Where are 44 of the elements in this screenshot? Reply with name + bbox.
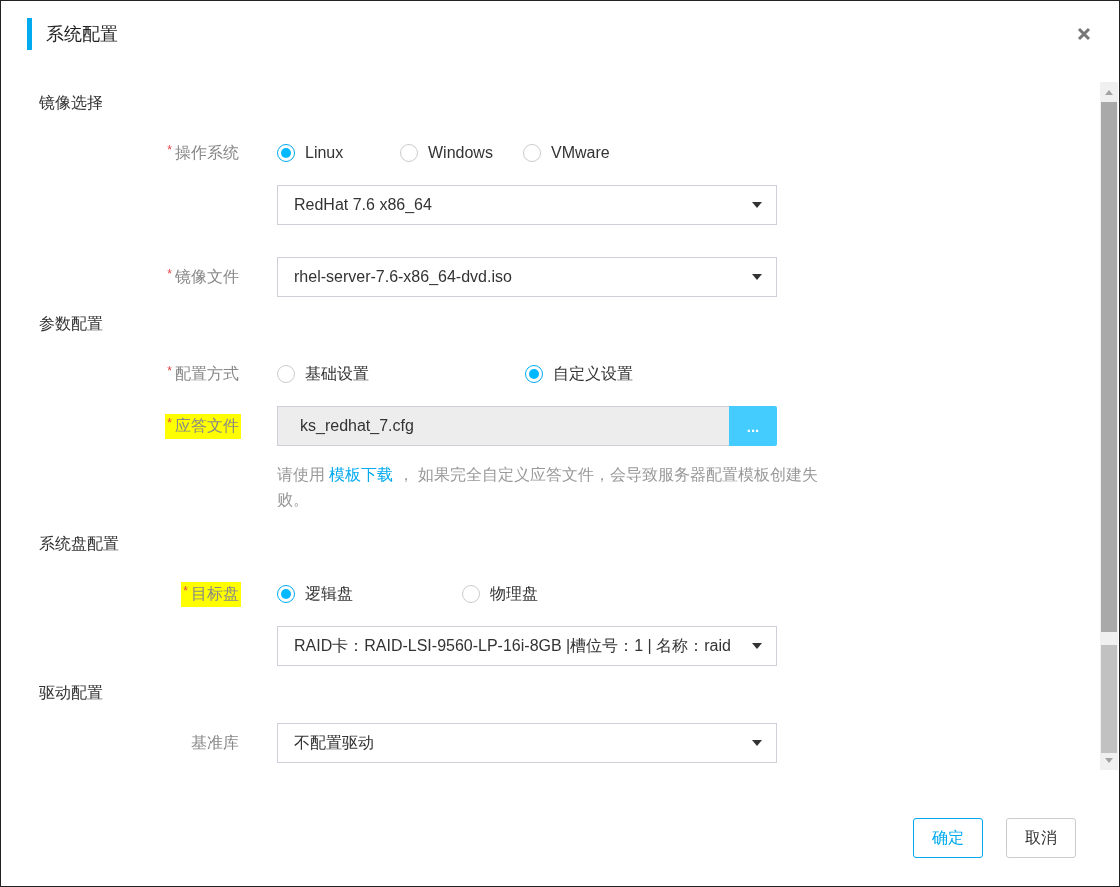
required-mark: * — [167, 142, 172, 157]
dropdown[interactable]: RAID卡：RAID-LSI-9560-LP-16i-8GB |槽位号：1 | 名称：raid — [277, 626, 777, 666]
caret-icon — [752, 643, 762, 649]
close-button[interactable] — [1077, 27, 1091, 41]
option-label: 物理盘 — [490, 583, 538, 604]
section-title: 驱动配置 — [39, 683, 103, 703]
required-mark: * — [183, 583, 188, 598]
option-label: 逻辑盘 — [305, 583, 353, 604]
option-label: Linux — [305, 144, 344, 162]
option-label: 基础设置 — [305, 363, 369, 384]
field-label: * 操作系统 — [166, 141, 240, 163]
caret-icon — [752, 274, 762, 280]
field-label: * 镜像文件 — [166, 265, 240, 287]
option-label: Windows — [428, 144, 493, 162]
field-label: * 配置方式 — [166, 362, 240, 384]
radio-option[interactable]: 基础设置 — [277, 363, 525, 385]
radio-option[interactable]: Windows — [400, 144, 523, 162]
dropdown[interactable]: RedHat 7.6 x86_64 — [277, 185, 777, 225]
field-label: 基准库 — [190, 732, 240, 753]
field-label: * 目标盘 — [181, 581, 241, 607]
radio-option[interactable]: 逻辑盘 — [277, 583, 462, 605]
option-label: VMware — [551, 144, 610, 162]
section-title: 镜像选择 — [39, 93, 103, 113]
dropdown[interactable]: rhel-server-7.6-x86_64-dvd.iso — [277, 257, 777, 297]
dropdown[interactable]: 不配置驱动 — [277, 723, 777, 763]
section-title: 参数配置 — [39, 314, 103, 334]
required-mark: * — [167, 415, 172, 430]
hint-text: 请使用 模板下载 ， 如果完全自定义应答文件，会导致服务器配置模板创建失败。 — [277, 465, 820, 510]
scrollbar[interactable] — [1100, 82, 1118, 770]
radio-option[interactable]: Linux — [277, 144, 400, 162]
option-label: 自定义设置 — [553, 363, 633, 384]
required-mark: * — [167, 266, 172, 281]
radio-option[interactable]: VMware — [523, 144, 646, 162]
section-title: 系统盘配置 — [39, 534, 119, 554]
cancel-button[interactable]: 取消 — [1006, 818, 1076, 858]
caret-icon — [752, 740, 762, 746]
caret-icon — [752, 202, 762, 208]
file-field[interactable]: ks_redhat_7.cfg — [277, 406, 729, 446]
dialog-title: 系统配置 — [46, 23, 118, 46]
radio-option[interactable]: 物理盘 — [462, 583, 647, 605]
radio-option[interactable]: 自定义设置 — [525, 363, 773, 385]
field-label: * 应答文件 — [165, 413, 241, 439]
required-mark: * — [167, 363, 172, 378]
title-accent-bar — [27, 18, 32, 50]
